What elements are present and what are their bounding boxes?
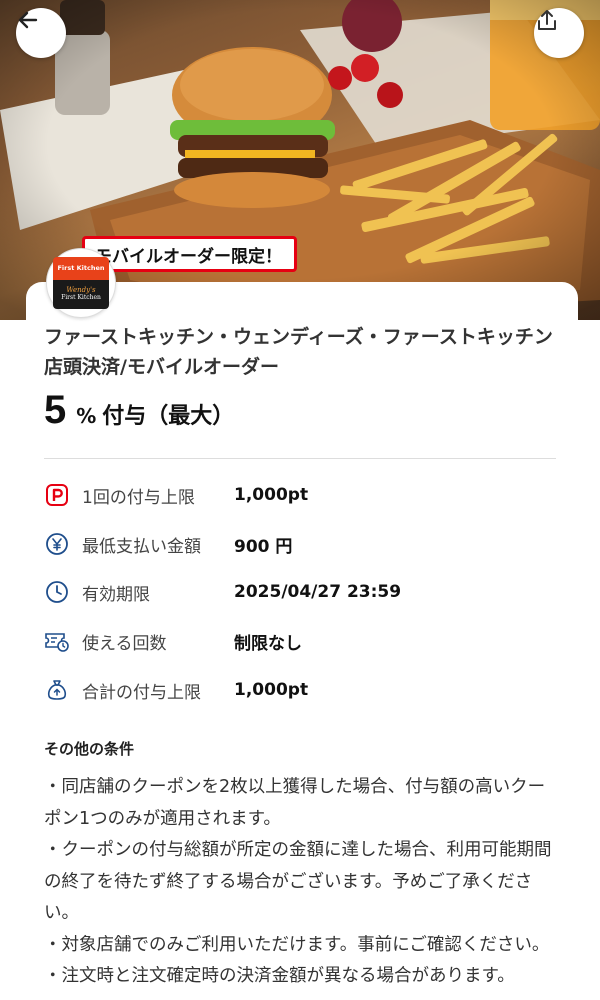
info-value: 1,000pt [234,680,309,700]
reward-rate: 5 % 付与（最大） [44,388,234,433]
info-label: 有効期限 [82,584,150,605]
condition-item: ・対象店舗でのみご利用いただけます。事前にご確認ください。 [44,934,550,955]
info-value: 1,000pt [234,485,309,505]
info-row-min-payment: 最低支払い金額 900 円 [44,529,564,559]
reward-rate-text: 付与（最大） [102,404,235,429]
condition-item: ・クーポンの付与総額が所定の金額に達した場合、利用可能期間の終了を待たず終了する… [44,840,552,923]
back-button[interactable] [16,8,66,58]
info-row-expiry: 有効期限 2025/04/27 23:59 [44,577,564,607]
reward-rate-value: 5 [44,388,67,432]
money-bag-icon [44,677,70,703]
yen-circle-icon [44,531,70,557]
divider [44,458,556,459]
arrow-left-icon [18,11,38,29]
info-value: 2025/04/27 23:59 [234,582,402,602]
info-value: 制限なし [234,633,302,654]
info-label: 使える回数 [82,633,167,654]
share-upload-icon [538,10,556,30]
share-button[interactable] [534,8,584,58]
paypay-p-icon [44,482,70,508]
info-row-limit-per-use: 1回の付与上限 1,000pt [44,480,564,510]
logo-bottom-text: First Kitchen [61,293,101,301]
info-value: 900 円 [234,536,293,557]
coupon-title: ファーストキッチン・ウェンディーズ・ファーストキッチン店頭決済/モバイルオーダー [44,326,553,378]
store-logo: First Kitchen Wendy's First Kitchen [46,248,116,318]
info-label: 合計の付与上限 [82,682,201,703]
conditions-body: ・同店舗のクーポンを2枚以上獲得した場合、付与額の高いクーポン1つのみが適用され… [44,772,560,993]
logo-top-text: First Kitchen [53,257,109,280]
mobile-order-only-badge: モバイルオーダー限定！ [82,236,297,272]
clock-icon [44,579,70,605]
info-label: 最低支払い金額 [82,536,201,557]
ticket-repeat-icon [44,628,70,654]
conditions-title: その他の条件 [44,740,135,758]
condition-item: ・注文時と注文確定時の決済金額が異なる場合があります。 [44,966,515,986]
info-row-total-limit: 合計の付与上限 1,000pt [44,675,564,705]
info-row-usage-count: 使える回数 制限なし [44,626,564,656]
reward-rate-unit: % [76,404,97,428]
info-label: 1回の付与上限 [82,487,195,508]
condition-item: ・同店舗のクーポンを2枚以上獲得した場合、付与額の高いクーポン1つのみが適用され… [44,777,546,829]
